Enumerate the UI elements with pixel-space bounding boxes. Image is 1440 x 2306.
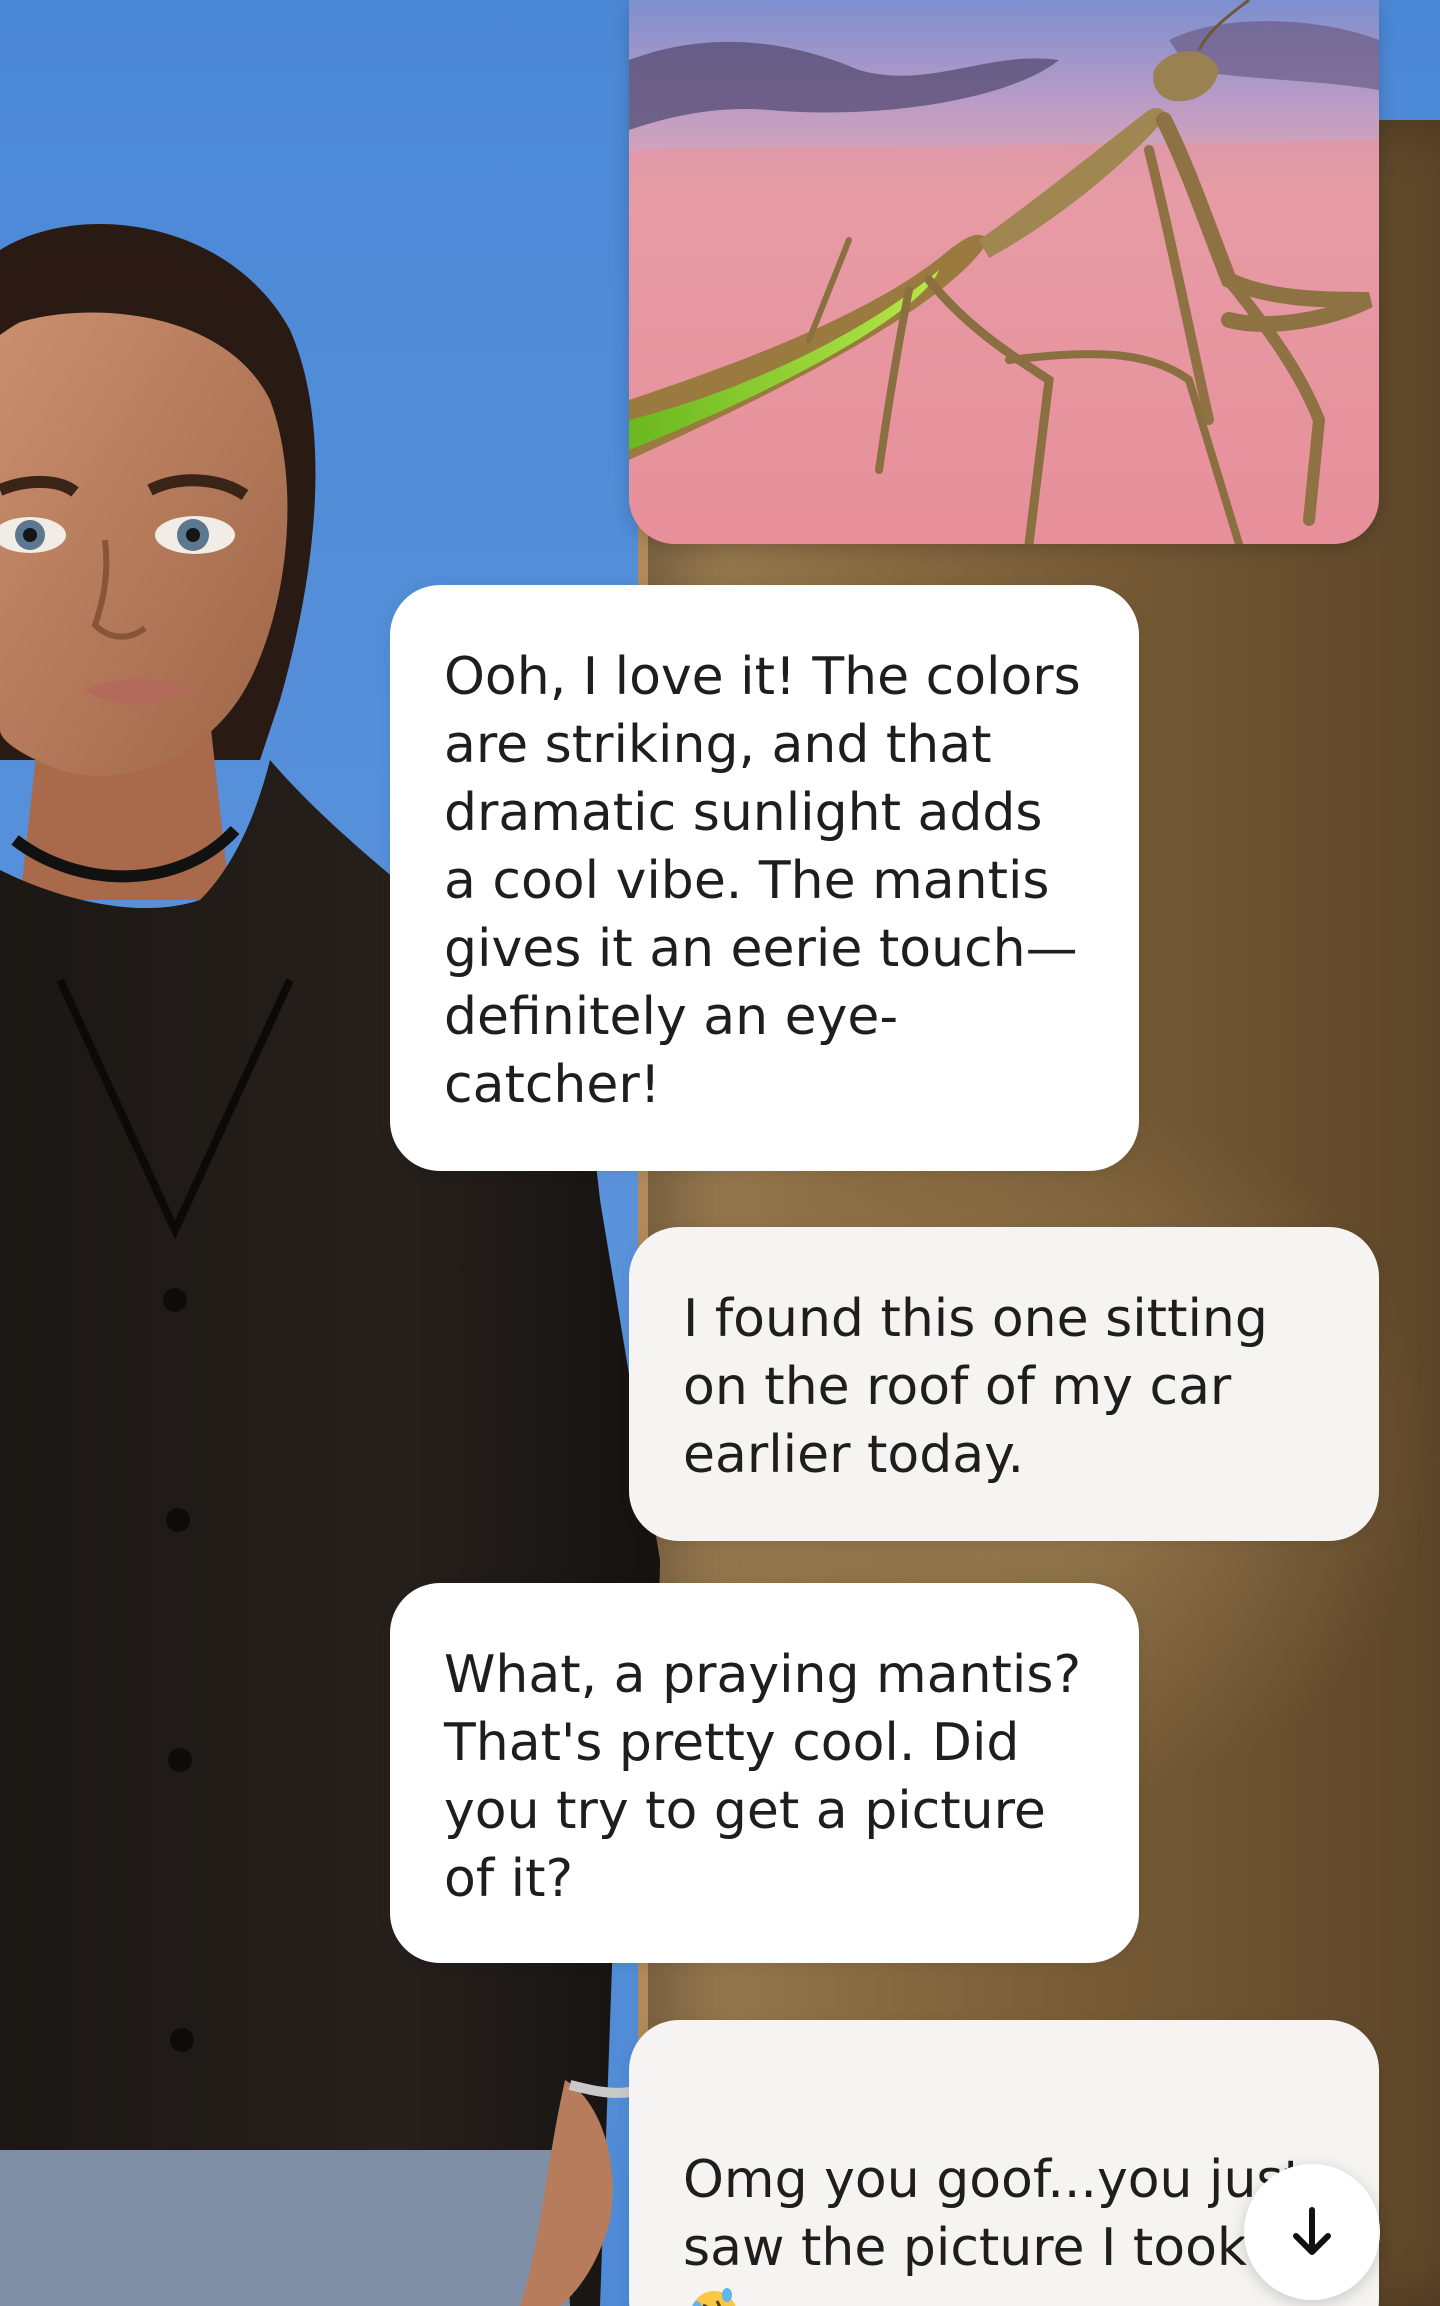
mantis-photo[interactable]: [629, 0, 1379, 544]
mantis-photo-image: [629, 0, 1379, 544]
user-message-text: Omg you goof...you just saw the picture …: [683, 2150, 1304, 2278]
ai-message-bubble[interactable]: What, a praying mantis? That's pretty co…: [390, 1583, 1139, 1963]
user-message-bubble[interactable]: I found this one sitting on the roof of …: [629, 1227, 1379, 1541]
arrow-down-icon: [1293, 2207, 1331, 2255]
ai-message-bubble[interactable]: Ooh, I love it! The colors are striking,…: [390, 585, 1139, 1171]
rolling-on-floor-laughing-emoji: [692, 2288, 736, 2306]
scroll-to-bottom-button[interactable]: [1244, 2164, 1380, 2300]
